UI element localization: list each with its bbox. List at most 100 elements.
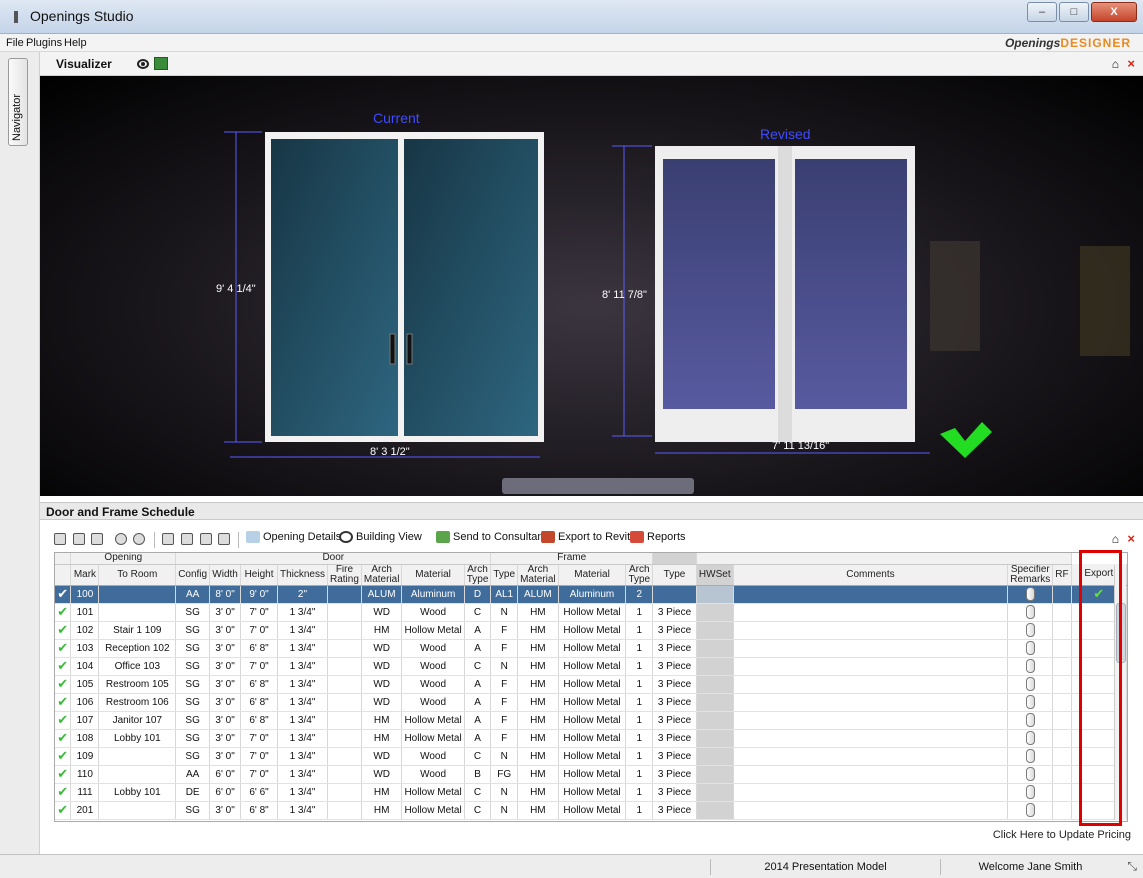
cell-door-arch-material[interactable]: WD [361, 639, 403, 658]
cell-width[interactable]: 3' 0" [209, 729, 242, 748]
remarks-toggle[interactable] [1025, 713, 1035, 727]
cell-frame-type[interactable]: 3 Piece [652, 729, 697, 748]
cell-rf[interactable] [1052, 747, 1072, 766]
cell-thickness[interactable]: 1 3/4" [277, 693, 328, 712]
cell-comments[interactable] [733, 639, 1009, 658]
cell-door-arch-material[interactable]: ALUM [361, 585, 403, 604]
cell-width[interactable]: 3' 0" [209, 747, 242, 766]
cell-config[interactable]: SG [175, 675, 211, 694]
cell-door-arch-material[interactable]: WD [361, 693, 403, 712]
cell-frame-arch-material[interactable]: HM [517, 729, 559, 748]
cell-room[interactable]: Restroom 105 [98, 675, 177, 694]
delete-icon[interactable] [91, 533, 103, 545]
cell-config[interactable]: AA [175, 765, 211, 784]
cell-room[interactable] [98, 765, 177, 784]
cell-mark[interactable]: 100 [70, 585, 100, 604]
cell-config[interactable]: DE [175, 783, 211, 802]
cell-thickness[interactable]: 1 3/4" [277, 675, 328, 694]
cell-comments[interactable] [733, 693, 1009, 712]
cell-height[interactable]: 7' 0" [240, 747, 278, 766]
cell-specifier-remarks[interactable] [1007, 783, 1054, 802]
cell-frame-arch-type[interactable]: 1 [625, 675, 654, 694]
cell-width[interactable]: 3' 0" [209, 621, 242, 640]
visualizer-close-icon[interactable]: × [1127, 56, 1135, 71]
col-frame-material[interactable]: Material [558, 564, 627, 586]
cell-fire-rating[interactable] [327, 765, 362, 784]
minimize-button[interactable]: – [1027, 2, 1057, 22]
cell-door-material[interactable]: Wood [401, 693, 465, 712]
cell-config[interactable]: SG [175, 693, 211, 712]
cell-comments[interactable] [733, 783, 1009, 802]
cell-rf[interactable] [1052, 711, 1072, 730]
cell-height[interactable]: 6' 8" [240, 711, 278, 730]
cell-config[interactable]: SG [175, 621, 211, 640]
table-row[interactable]: ✔ 107 Janitor 107 SG 3' 0" 6' 8" 1 3/4" … [55, 711, 1127, 730]
cell-hwset[interactable] [696, 765, 734, 784]
cell-width[interactable]: 3' 0" [209, 639, 242, 658]
cell-comments[interactable] [733, 675, 1009, 694]
cell-door-arch-material[interactable]: WD [361, 603, 403, 622]
cell-frame-type[interactable]: 3 Piece [652, 603, 697, 622]
cell-fire-rating[interactable] [327, 621, 362, 640]
maximize-button[interactable]: □ [1059, 2, 1089, 22]
building-view-button[interactable]: Building View [339, 531, 422, 543]
table-row[interactable]: ✔ 100 AA 8' 0" 9' 0" 2" ALUM Aluminum D … [55, 585, 1127, 604]
cell-width[interactable]: 3' 0" [209, 801, 242, 820]
scrollbar-thumb[interactable] [1116, 603, 1126, 663]
cell-room[interactable] [98, 585, 177, 604]
cell-door-type[interactable]: F [490, 639, 519, 658]
cell-thickness[interactable]: 1 3/4" [277, 603, 328, 622]
remarks-toggle[interactable] [1025, 695, 1035, 709]
cell-hwset[interactable] [696, 621, 734, 640]
cell-door-arch-type[interactable]: C [464, 657, 492, 676]
cell-door-type[interactable]: N [490, 783, 519, 802]
cell-hwset[interactable] [696, 801, 734, 820]
cell-rf[interactable] [1052, 729, 1072, 748]
cell-frame-material[interactable]: Hollow Metal [558, 657, 627, 676]
cell-door-type[interactable]: FG [490, 765, 519, 784]
cell-door-type[interactable]: F [490, 729, 519, 748]
col-frame-arch-type[interactable]: Arch Type [625, 564, 654, 586]
cell-width[interactable]: 3' 0" [209, 711, 242, 730]
cell-thickness[interactable]: 1 3/4" [277, 801, 328, 820]
send-to-consultant-button[interactable]: Send to Consultant [436, 531, 547, 543]
cell-door-material[interactable]: Wood [401, 765, 465, 784]
cell-hwset[interactable] [696, 585, 734, 604]
cell-door-arch-type[interactable]: A [464, 711, 492, 730]
cell-frame-arch-type[interactable]: 1 [625, 657, 654, 676]
table-row[interactable]: ✔ 101 SG 3' 0" 7' 0" 1 3/4" WD Wood C N … [55, 603, 1127, 622]
col-comments[interactable]: Comments [733, 564, 1009, 586]
snapshot-icon[interactable] [154, 57, 168, 70]
cell-frame-material[interactable]: Hollow Metal [558, 783, 627, 802]
remarks-toggle[interactable] [1025, 659, 1035, 673]
col-door-arch-material[interactable]: Arch Material [361, 564, 403, 586]
cell-frame-arch-material[interactable]: HM [517, 693, 559, 712]
cell-config[interactable]: SG [175, 603, 211, 622]
cell-frame-material[interactable]: Hollow Metal [558, 675, 627, 694]
cell-mark[interactable]: 109 [70, 747, 100, 766]
cell-room[interactable]: Janitor 107 [98, 711, 177, 730]
table-row[interactable]: ✔ 106 Restroom 106 SG 3' 0" 6' 8" 1 3/4"… [55, 693, 1127, 712]
cell-door-arch-type[interactable]: B [464, 765, 492, 784]
cell-fire-rating[interactable] [327, 603, 362, 622]
cell-mark[interactable]: 107 [70, 711, 100, 730]
cell-config[interactable]: SG [175, 801, 211, 820]
table-scrollbar[interactable] [1114, 565, 1126, 820]
undo-icon[interactable] [115, 533, 127, 545]
table-row[interactable]: ✔ 105 Restroom 105 SG 3' 0" 6' 8" 1 3/4"… [55, 675, 1127, 694]
cell-rf[interactable] [1052, 693, 1072, 712]
cell-config[interactable]: AA [175, 585, 211, 604]
cell-rf[interactable] [1052, 585, 1072, 604]
cell-specifier-remarks[interactable] [1007, 657, 1054, 676]
cell-hwset[interactable] [696, 783, 734, 802]
cell-height[interactable]: 7' 0" [240, 603, 278, 622]
cell-door-arch-type[interactable]: C [464, 783, 492, 802]
search-icon[interactable] [162, 533, 174, 545]
cell-height[interactable]: 6' 6" [240, 783, 278, 802]
cell-frame-type[interactable]: 3 Piece [652, 693, 697, 712]
cell-frame-arch-material[interactable]: HM [517, 711, 559, 730]
visualizer-canvas[interactable]: Current Revised 9' 4 1/4" 8' 3 1/2" 8' 1… [40, 76, 1143, 496]
cell-door-arch-type[interactable]: A [464, 675, 492, 694]
menu-file[interactable]: File [6, 37, 24, 49]
cell-specifier-remarks[interactable] [1007, 765, 1054, 784]
